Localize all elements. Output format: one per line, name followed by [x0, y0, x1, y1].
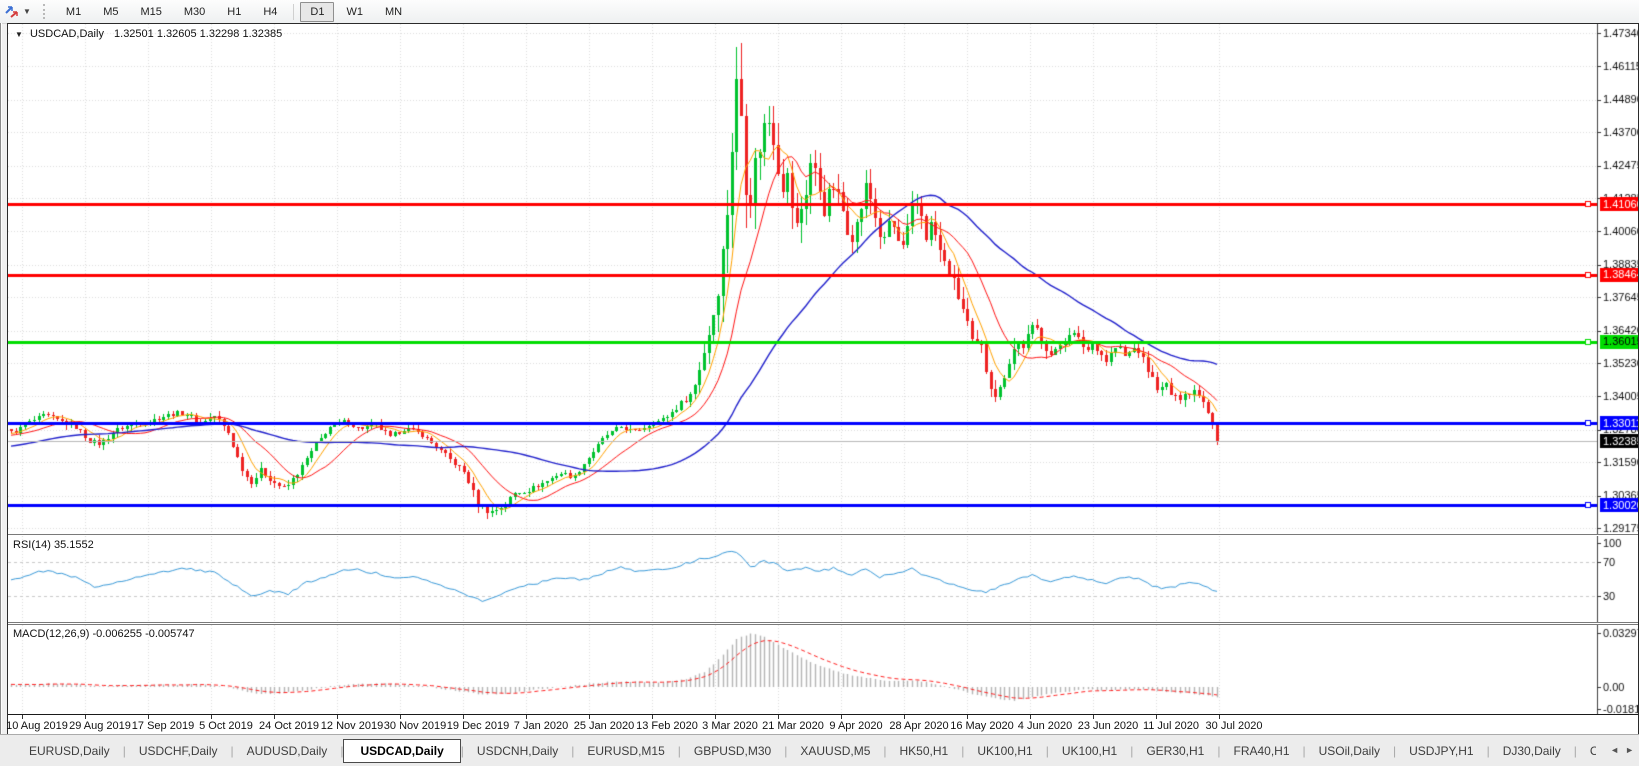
timeframe-button-m5[interactable]: M5 — [93, 2, 128, 22]
date-label: 23 Jun 2020 — [1077, 720, 1139, 732]
timeframe-button-m15[interactable]: M15 — [130, 2, 171, 22]
chart-tab-usdjpy-h1[interactable]: USDJPY,H1 — [1396, 740, 1486, 762]
symbol-dropdown-icon[interactable]: ▼ — [15, 30, 23, 39]
chart-tab-usdchf-daily[interactable]: USDCHF,Daily — [126, 740, 231, 762]
chart-tab-ger30-h1[interactable]: GER30,H1 — [1133, 740, 1217, 762]
toolbar-grip[interactable] — [42, 4, 49, 19]
date-tick — [1093, 715, 1094, 719]
date-label: 17 Sep 2019 — [131, 720, 195, 732]
date-label: 30 Nov 2019 — [383, 720, 447, 732]
date-label: 13 Feb 2020 — [636, 720, 698, 732]
chart-window: ▼ USDCAD,Daily 1.32501 1.32605 1.32298 1… — [6, 23, 1639, 735]
chart-tab-bar: EURUSD,Daily | USDCHF,Daily | AUDUSD,Daily | U… — [0, 734, 1639, 766]
pointer-tool-icon[interactable] — [4, 4, 21, 20]
chart-tab-usdcnh-daily[interactable]: USDCNH,Daily — [464, 740, 571, 762]
date-label: 25 Jan 2020 — [573, 720, 635, 732]
timeframe-toolbar: ▼ M1 M5 M15 M30 H1 H4 D1 W1 MN — [0, 0, 1639, 24]
date-label: 30 Jul 2020 — [1205, 720, 1263, 732]
date-label: 28 Apr 2020 — [889, 720, 949, 732]
tabs-scroll-right-icon[interactable]: ► — [1625, 744, 1634, 756]
date-tick — [904, 715, 905, 719]
date-tick — [1030, 715, 1031, 719]
date-label: 5 Oct 2019 — [199, 720, 253, 732]
timeframe-button-m30[interactable]: M30 — [174, 2, 215, 22]
timeframe-button-w1[interactable]: W1 — [336, 2, 373, 22]
date-tick — [337, 715, 338, 719]
chart-tab-uk100-h1[interactable]: UK100,H1 — [964, 740, 1045, 762]
date-tick — [211, 715, 212, 719]
chart-tab-usdcad-daily[interactable]: USDCAD,Daily — [343, 739, 461, 763]
date-label: 12 Nov 2019 — [320, 720, 384, 732]
ohlc-values: 1.32501 1.32605 1.32298 1.32385 — [114, 28, 283, 40]
date-tick — [778, 715, 779, 719]
macd-indicator-label: MACD(12,26,9) -0.006255 -0.005747 — [13, 628, 195, 640]
date-tick — [526, 715, 527, 719]
date-tick — [148, 715, 149, 719]
date-tick — [22, 715, 23, 719]
date-tick — [85, 715, 86, 719]
timeframe-button-mn[interactable]: MN — [375, 2, 412, 22]
chart-tab-uk100-h1[interactable]: UK100,H1 — [1049, 740, 1130, 762]
trading-terminal-window: ▼ M1 M5 M15 M30 H1 H4 D1 W1 MN ▼ USDCAD,Daily 1.… — [0, 0, 1639, 766]
date-tick — [1156, 715, 1157, 719]
chart-title: ▼ USDCAD,Daily 1.32501 1.32605 1.32298 1… — [15, 28, 282, 40]
date-tick — [1219, 715, 1220, 719]
date-label: 29 Aug 2019 — [69, 720, 131, 732]
date-label: 16 May 2020 — [950, 720, 1014, 732]
chart-tab-xauusd-m5[interactable]: XAUUSD,M5 — [787, 740, 883, 762]
chart-tab-usoil-daily[interactable]: USOil,Daily — [1306, 740, 1393, 762]
date-label: 24 Oct 2019 — [259, 720, 319, 732]
chart-tab-dj30-daily[interactable]: DJ30,Daily — [1490, 740, 1574, 762]
chart-tab-hk50-h1[interactable]: HK50,H1 — [887, 740, 962, 762]
symbol-timeframe-label: USDCAD,Daily — [29, 28, 104, 40]
macd-pane-canvas[interactable] — [8, 625, 1638, 714]
chart-tab-audusd-daily[interactable]: AUDUSD,Daily — [234, 740, 341, 762]
timeframe-button-m1[interactable]: M1 — [56, 2, 91, 22]
date-tick — [400, 715, 401, 719]
rsi-pane-canvas[interactable] — [8, 536, 1638, 622]
date-label: 9 Apr 2020 — [829, 720, 883, 732]
chart-tab-eurusd-daily[interactable]: EURUSD,Daily — [16, 740, 123, 762]
date-tick — [715, 715, 716, 719]
date-label: 11 Jul 2020 — [1142, 720, 1200, 732]
price-chart-canvas[interactable] — [8, 24, 1638, 534]
date-label: 19 Dec 2019 — [446, 720, 510, 732]
date-tick — [274, 715, 275, 719]
date-label: 3 Mar 2020 — [702, 720, 758, 732]
date-tick — [463, 715, 464, 719]
date-label: 10 Aug 2019 — [6, 720, 68, 732]
timeframe-button-h4[interactable]: H4 — [253, 2, 287, 22]
chart-tab-fra40-h1[interactable]: FRA40,H1 — [1220, 740, 1302, 762]
rsi-indicator-label: RSI(14) 35.1552 — [13, 539, 94, 551]
date-axis[interactable]: 10 Aug 2019 29 Aug 2019 17 Sep 2019 5 Oct 2… — [6, 714, 1638, 735]
timeframe-button-h1[interactable]: H1 — [217, 2, 251, 22]
date-label: 21 Mar 2020 — [762, 720, 824, 732]
date-tick — [841, 715, 842, 719]
date-label: 7 Jan 2020 — [513, 720, 569, 732]
date-label: 4 Jun 2020 — [1017, 720, 1073, 732]
chart-tab-gbpusd-m30[interactable]: GBPUSD,M30 — [681, 740, 784, 762]
chart-tabs: EURUSD,Daily | USDCHF,Daily | AUDUSD,Daily | U… — [16, 738, 1596, 764]
date-tick — [967, 715, 968, 719]
date-tick — [589, 715, 590, 719]
tabs-scroll-left-icon[interactable]: ◄ — [1610, 744, 1619, 756]
chart-tab-china300-h4[interactable]: CHINA300,H4 — [1577, 740, 1596, 762]
timeframe-buttons: M1 M5 M15 M30 H1 H4 D1 W1 MN — [55, 0, 413, 23]
date-tick — [652, 715, 653, 719]
window-edge-highlight — [1, 23, 2, 766]
timeframe-button-d1[interactable]: D1 — [300, 1, 335, 22]
chevron-down-icon[interactable]: ▼ — [23, 7, 31, 16]
chart-tab-eurusd-m15[interactable]: EURUSD,M15 — [574, 740, 677, 762]
